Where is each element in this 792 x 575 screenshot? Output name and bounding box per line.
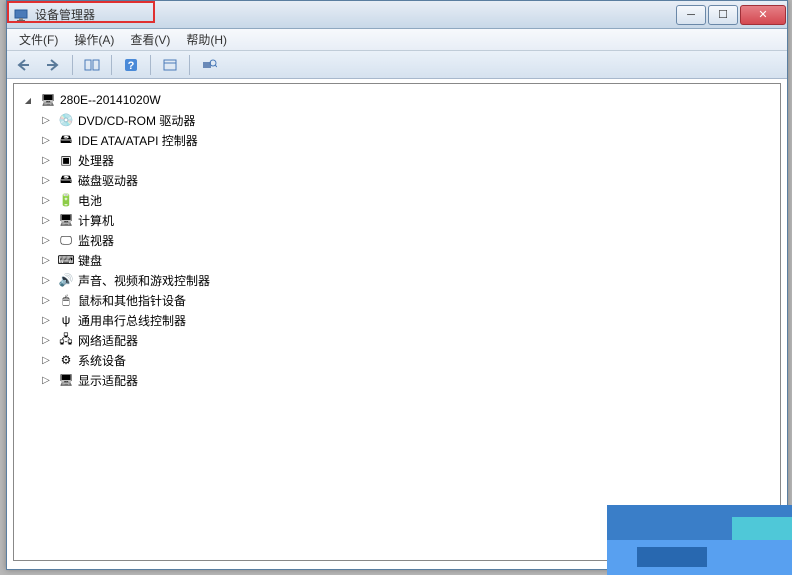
computer-icon: 🖥 <box>40 92 56 108</box>
expand-icon[interactable]: ▷ <box>40 294 52 306</box>
expand-icon[interactable]: ▷ <box>40 214 52 226</box>
toolbar-separator <box>111 55 112 75</box>
tree-node-label: 通用串行总线控制器 <box>78 312 186 329</box>
titlebar[interactable]: 设备管理器 ─ ☐ ✕ <box>7 1 787 29</box>
expand-icon[interactable]: ▷ <box>40 194 52 206</box>
menu-action[interactable]: 操作(A) <box>66 29 122 50</box>
expand-icon[interactable]: ▷ <box>40 154 52 166</box>
menu-file[interactable]: 文件(F) <box>11 29 66 50</box>
disc-icon: 💿 <box>58 112 74 128</box>
controller-icon: 🖴 <box>58 132 74 148</box>
expand-icon[interactable]: ▷ <box>40 334 52 346</box>
tree-node-label: 处理器 <box>78 152 114 169</box>
tree-node[interactable]: ▷ 🖥计算机 <box>18 210 776 230</box>
app-icon <box>13 7 29 23</box>
device-manager-window: 设备管理器 ─ ☐ ✕ 文件(F) 操作(A) 查看(V) 帮助(H) ? ◢ 🖥… <box>6 0 788 570</box>
mouse-icon: 🖱 <box>58 292 74 308</box>
keyboard-icon: ⌨ <box>58 252 74 268</box>
toolbar-separator <box>189 55 190 75</box>
close-button[interactable]: ✕ <box>740 5 786 25</box>
tree-node-label: 键盘 <box>78 252 102 269</box>
menu-help[interactable]: 帮助(H) <box>178 29 235 50</box>
tree-node[interactable]: ▷ 🖵监视器 <box>18 230 776 250</box>
tree-node-label: 系统设备 <box>78 352 126 369</box>
tree-content[interactable]: ◢🖥280E--20141020W▷💿DVD/CD-ROM 驱动器▷🖴IDE A… <box>13 83 781 561</box>
svg-text:?: ? <box>128 60 135 72</box>
toolbar: ? <box>7 51 787 79</box>
maximize-button[interactable]: ☐ <box>708 5 738 25</box>
sound-icon: 🔊 <box>58 272 74 288</box>
expand-icon[interactable]: ▷ <box>40 134 52 146</box>
help-button[interactable]: ? <box>119 54 143 76</box>
window-title: 设备管理器 <box>35 6 675 23</box>
tree-node-label: 鼠标和其他指针设备 <box>78 292 186 309</box>
forward-button[interactable] <box>41 54 65 76</box>
show-hide-console-button[interactable] <box>80 54 104 76</box>
tree-node[interactable]: ▷ 🖱鼠标和其他指针设备 <box>18 290 776 310</box>
expand-icon[interactable]: ▷ <box>40 114 52 126</box>
menu-view[interactable]: 查看(V) <box>122 29 178 50</box>
menubar: 文件(F) 操作(A) 查看(V) 帮助(H) <box>7 29 787 51</box>
tree-node[interactable]: ▷ 💿DVD/CD-ROM 驱动器 <box>18 110 776 130</box>
tree-node[interactable]: ▷ 🖴磁盘驱动器 <box>18 170 776 190</box>
expand-icon[interactable]: ▷ <box>40 254 52 266</box>
toolbar-separator <box>150 55 151 75</box>
tree-node-label: 声音、视频和游戏控制器 <box>78 272 210 289</box>
system-icon: ⚙ <box>58 352 74 368</box>
tree-node-label: 计算机 <box>78 212 114 229</box>
tree-node-label: 电池 <box>78 192 102 209</box>
tree-node-label: DVD/CD-ROM 驱动器 <box>78 112 195 129</box>
tree-node-label: 监视器 <box>78 232 114 249</box>
tree-node[interactable]: ▷ 🖥显示适配器 <box>18 370 776 390</box>
expand-icon[interactable]: ▷ <box>40 354 52 366</box>
battery-icon: 🔋 <box>58 192 74 208</box>
tree-node[interactable]: ▷ ▣处理器 <box>18 150 776 170</box>
tree-node[interactable]: ▷ ⌨键盘 <box>18 250 776 270</box>
tree-node[interactable]: ▷ 🖴IDE ATA/ATAPI 控制器 <box>18 130 776 150</box>
pc-icon: 🖥 <box>58 212 74 228</box>
tree-node[interactable]: ▷ 🔊声音、视频和游戏控制器 <box>18 270 776 290</box>
monitor-icon: 🖵 <box>58 232 74 248</box>
tree-node-label: IDE ATA/ATAPI 控制器 <box>78 132 198 149</box>
expand-icon[interactable]: ▷ <box>40 374 52 386</box>
expand-icon[interactable]: ▷ <box>40 174 52 186</box>
minimize-button[interactable]: ─ <box>676 5 706 25</box>
expand-icon[interactable]: ▷ <box>40 314 52 326</box>
collapse-icon[interactable]: ◢ <box>22 94 34 106</box>
usb-icon: ψ <box>58 312 74 328</box>
tree-node[interactable]: ▷ ψ通用串行总线控制器 <box>18 310 776 330</box>
expand-icon[interactable]: ▷ <box>40 274 52 286</box>
tree-node[interactable]: ▷ ⚙系统设备 <box>18 350 776 370</box>
cpu-icon: ▣ <box>58 152 74 168</box>
tree-node[interactable]: ▷ 🖧网络适配器 <box>18 330 776 350</box>
toolbar-separator <box>72 55 73 75</box>
tree-node[interactable]: ▷ 🔋电池 <box>18 190 776 210</box>
tree-node-label: 网络适配器 <box>78 332 138 349</box>
tree-node-label: 280E--20141020W <box>60 93 161 107</box>
scan-hardware-button[interactable] <box>197 54 221 76</box>
tree-node[interactable]: ◢ 🖥 280E--20141020W <box>18 90 776 110</box>
disk-icon: 🖴 <box>58 172 74 188</box>
display-icon: 🖥 <box>58 372 74 388</box>
window-controls: ─ ☐ ✕ <box>675 3 787 27</box>
back-button[interactable] <box>13 54 37 76</box>
properties-button[interactable] <box>158 54 182 76</box>
tree-node-label: 显示适配器 <box>78 372 138 389</box>
watermark-overlay <box>607 505 792 575</box>
tree-node-label: 磁盘驱动器 <box>78 172 138 189</box>
expand-icon[interactable]: ▷ <box>40 234 52 246</box>
network-icon: 🖧 <box>58 332 74 348</box>
